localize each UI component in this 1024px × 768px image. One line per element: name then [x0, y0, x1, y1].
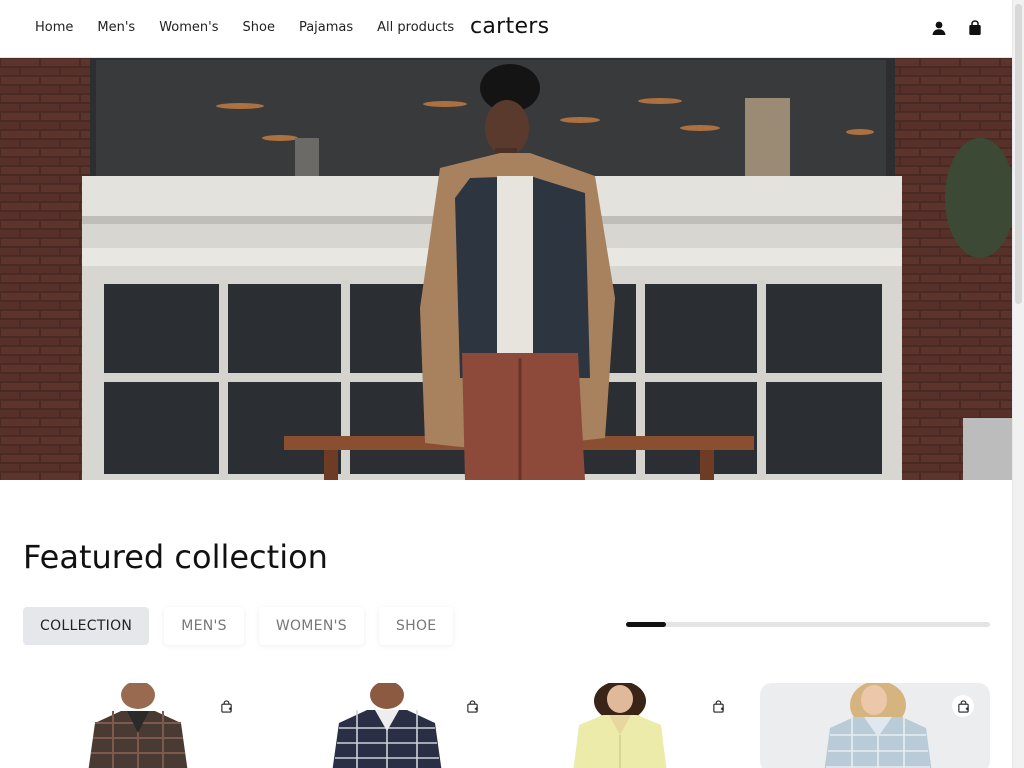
product-image: [23, 683, 253, 768]
tab-collection[interactable]: COLLECTION: [23, 607, 150, 645]
nav-mens[interactable]: Men's: [97, 20, 135, 35]
product-image: [269, 683, 499, 768]
user-icon[interactable]: [931, 20, 947, 36]
carousel-progress[interactable]: [626, 622, 990, 627]
scrollbar-thumb[interactable]: [1015, 4, 1022, 304]
hero-banner[interactable]: [0, 58, 1012, 480]
product-carousel: [23, 683, 1013, 768]
add-to-cart-icon[interactable]: [461, 695, 483, 717]
hero-image: [0, 58, 1012, 480]
product-card[interactable]: [515, 683, 745, 768]
featured-collection-title: Featured collection: [23, 538, 328, 576]
nav-home[interactable]: Home: [35, 20, 73, 35]
product-card[interactable]: [269, 683, 499, 768]
tab-mens[interactable]: MEN'S: [164, 607, 244, 645]
nav-pajamas[interactable]: Pajamas: [299, 20, 353, 35]
product-card[interactable]: [23, 683, 253, 768]
site-header: Home Men's Women's Shoe Pajamas All prod…: [0, 0, 1012, 58]
collection-tabs: COLLECTION MEN'S WOMEN'S SHOE: [23, 607, 454, 645]
tab-womens[interactable]: WOMEN'S: [258, 607, 364, 645]
page-scrollbar[interactable]: [1012, 0, 1024, 768]
nav-womens[interactable]: Women's: [159, 20, 218, 35]
shopping-bag-icon[interactable]: [967, 20, 983, 36]
nav-all-products[interactable]: All products: [377, 20, 454, 35]
nav-shoe[interactable]: Shoe: [243, 20, 275, 35]
carousel-progress-fill: [626, 622, 667, 627]
product-card[interactable]: [760, 683, 990, 768]
add-to-cart-icon[interactable]: [707, 695, 729, 717]
add-to-cart-icon[interactable]: [952, 695, 974, 717]
product-image: [515, 683, 745, 768]
add-to-cart-icon[interactable]: [215, 695, 237, 717]
main-nav: Home Men's Women's Shoe Pajamas All prod…: [35, 20, 454, 35]
tab-shoe[interactable]: SHOE: [378, 607, 454, 645]
brand-logo[interactable]: carters: [470, 14, 549, 39]
product-image: [760, 683, 990, 768]
